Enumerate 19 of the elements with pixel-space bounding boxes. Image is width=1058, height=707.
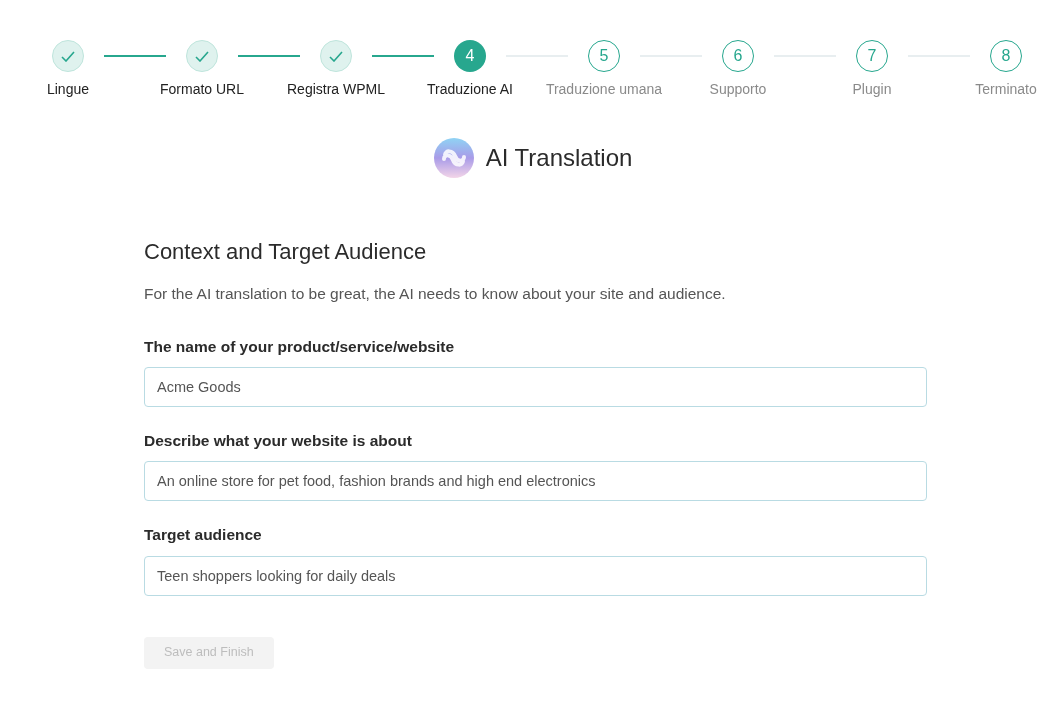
step-number: 4 (454, 40, 486, 72)
step-label: Registra WPML (287, 80, 385, 99)
ai-logo-icon (433, 138, 474, 178)
field-label: Describe what your website is about (144, 431, 413, 451)
section-title: Context and Target Audience (144, 238, 428, 266)
step-label: Supporto (709, 80, 767, 99)
step-label: Traduzione AI (427, 80, 513, 99)
field-label: The name of your product/service/website (144, 336, 456, 357)
step-label: Plugin (852, 80, 892, 99)
step-label: Traduzione umana (545, 80, 663, 99)
text-field[interactable]: An online store for pet food, fashion brands and high end electronics (144, 461, 927, 502)
field-label: Target audience (144, 525, 263, 546)
step-label: Lingue (46, 80, 89, 99)
section-description: For the AI translation to be great, the AI needs to know about your site and audience. (144, 283, 727, 304)
text-field[interactable]: Acme Goods (144, 367, 927, 407)
step-label: Formato URL (160, 80, 244, 99)
text-field[interactable]: Teen shoppers looking for daily deals (144, 555, 927, 596)
step-label: Terminato (975, 80, 1037, 99)
page-title: AI Translation (485, 143, 633, 173)
